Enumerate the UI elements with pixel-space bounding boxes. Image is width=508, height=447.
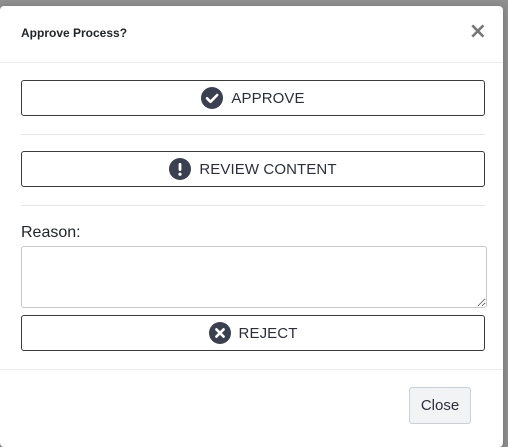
review-content-label: REVIEW CONTENT	[199, 160, 337, 178]
reason-label: Reason:	[21, 224, 81, 241]
divider	[21, 205, 485, 206]
x-circle-icon	[208, 322, 231, 344]
divider	[21, 134, 485, 135]
modal-footer: Close	[0, 369, 503, 447]
close-button[interactable]: Close	[409, 387, 471, 424]
reject-label: REJECT	[238, 324, 298, 342]
modal-title: Approve Process?	[21, 26, 128, 40]
modal-header: Approve Process? ×	[0, 6, 503, 63]
approve-button[interactable]: APPROVE	[21, 80, 485, 116]
approve-label: APPROVE	[231, 89, 305, 107]
close-icon[interactable]: ×	[469, 21, 487, 43]
approve-process-modal: Approve Process? × APPROVE REVIEW CONTEN…	[0, 6, 503, 447]
exclamation-circle-icon	[169, 158, 192, 180]
reject-button[interactable]: REJECT	[21, 315, 485, 351]
review-content-button[interactable]: REVIEW CONTENT	[21, 151, 485, 187]
check-circle-icon	[201, 87, 224, 109]
reason-textarea[interactable]	[21, 246, 487, 308]
